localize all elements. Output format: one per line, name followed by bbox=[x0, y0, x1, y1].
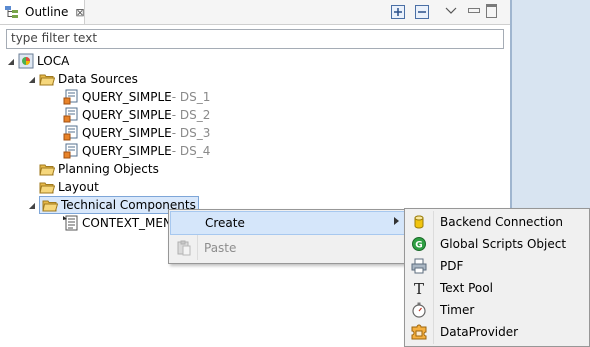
datasource-alias: - DS_2 bbox=[171, 108, 211, 122]
datasource-alias: - DS_1 bbox=[171, 90, 211, 104]
submenu-arrow-icon bbox=[394, 217, 399, 225]
datasource-name: QUERY_SIMPLE bbox=[82, 108, 172, 122]
datasource-name: QUERY_SIMPLE bbox=[82, 126, 172, 140]
printer-icon bbox=[411, 258, 427, 274]
root-label: LOCA bbox=[37, 54, 70, 68]
outline-view-icon bbox=[4, 4, 20, 20]
submenu-item-timer[interactable]: Timer bbox=[406, 299, 588, 321]
tree-node-datasource[interactable]: QUERY_SIMPLE - DS_4 bbox=[63, 142, 210, 160]
datasource-icon bbox=[63, 89, 79, 105]
datasource-name: QUERY_SIMPLE bbox=[82, 90, 172, 104]
collapse-arrow-icon[interactable]: ◢ bbox=[6, 52, 16, 70]
global-scripts-icon: G bbox=[411, 236, 427, 252]
data-sources-label: Data Sources bbox=[58, 72, 138, 86]
paste-icon bbox=[176, 240, 192, 259]
folder-icon bbox=[39, 179, 56, 195]
minimize-icon[interactable] bbox=[468, 8, 480, 13]
filter-box bbox=[6, 29, 504, 49]
planning-objects-label: Planning Objects bbox=[58, 162, 159, 176]
view-tab-bar: Outline ⊠ bbox=[0, 0, 510, 25]
collapse-arrow-icon[interactable]: ◢ bbox=[27, 70, 37, 88]
submenu-item-backend-connection[interactable]: Backend Connection bbox=[406, 211, 588, 233]
datasource-icon bbox=[63, 125, 79, 141]
tree-node-data-sources[interactable]: ◢ Data Sources bbox=[27, 70, 138, 88]
menu-item-paste[interactable]: Paste bbox=[170, 237, 406, 259]
menu-item-label: DataProvider bbox=[440, 325, 519, 339]
menu-item-label: Text Pool bbox=[440, 281, 493, 295]
collapse-all-icon[interactable] bbox=[415, 5, 429, 19]
dataprovider-puzzle-icon bbox=[411, 324, 427, 340]
context-menu: Create Paste bbox=[168, 209, 408, 264]
text-t-icon: T bbox=[411, 280, 427, 298]
application-icon bbox=[18, 53, 34, 69]
datasource-icon bbox=[63, 107, 79, 123]
menu-item-label: Global Scripts Object bbox=[440, 237, 567, 251]
submenu-item-text-pool[interactable]: T Text Pool bbox=[406, 277, 588, 299]
menu-item-label: PDF bbox=[440, 259, 464, 273]
context-menu-component-label: CONTEXT_MEN bbox=[82, 216, 172, 230]
tree-node-layout[interactable]: Layout bbox=[39, 178, 99, 196]
folder-icon bbox=[39, 161, 56, 177]
view-menu-icon[interactable] bbox=[445, 5, 457, 15]
close-tab-icon[interactable]: ⊠ bbox=[75, 6, 84, 19]
submenu-item-pdf[interactable]: PDF bbox=[406, 255, 588, 277]
open-folder-icon bbox=[39, 71, 56, 87]
menu-item-label: Backend Connection bbox=[440, 215, 564, 229]
menu-item-label: Timer bbox=[440, 303, 475, 317]
tree-node-root[interactable]: ◢ LOCA bbox=[6, 52, 69, 70]
expand-all-icon[interactable] bbox=[391, 5, 405, 19]
maximize-icon[interactable] bbox=[486, 4, 497, 18]
stopwatch-icon bbox=[411, 302, 427, 318]
datasource-alias: - DS_4 bbox=[171, 144, 211, 158]
tree-node-datasource[interactable]: QUERY_SIMPLE - DS_1 bbox=[63, 88, 210, 106]
database-cylinder-icon bbox=[411, 214, 427, 230]
filter-input[interactable] bbox=[7, 30, 491, 46]
collapse-arrow-icon[interactable]: ◢ bbox=[27, 196, 37, 214]
outline-tab[interactable]: Outline ⊠ bbox=[0, 0, 85, 24]
context-menu-component-icon bbox=[63, 215, 79, 231]
menu-item-label: Paste bbox=[204, 241, 237, 255]
tree-node-context-menu-component[interactable]: CONTEXT_MEN bbox=[63, 214, 172, 232]
tree-node-datasource[interactable]: QUERY_SIMPLE - DS_2 bbox=[63, 106, 210, 124]
datasource-alias: - DS_3 bbox=[171, 126, 211, 140]
menu-item-create[interactable]: Create bbox=[170, 211, 406, 235]
submenu-item-dataprovider[interactable]: DataProvider bbox=[406, 321, 588, 343]
submenu-item-global-scripts-object[interactable]: G Global Scripts Object bbox=[406, 233, 588, 255]
datasource-icon bbox=[63, 143, 79, 159]
layout-label: Layout bbox=[58, 180, 99, 194]
open-folder-icon bbox=[42, 197, 59, 213]
menu-item-label: Create bbox=[205, 216, 245, 230]
svg-text:G: G bbox=[415, 241, 422, 251]
create-submenu: Backend Connection G Global Scripts Obje… bbox=[404, 208, 590, 347]
tree-node-datasource[interactable]: QUERY_SIMPLE - DS_3 bbox=[63, 124, 210, 142]
datasource-name: QUERY_SIMPLE bbox=[82, 144, 172, 158]
svg-text:T: T bbox=[414, 280, 424, 296]
outline-tab-label: Outline bbox=[25, 5, 69, 19]
tree-node-planning-objects[interactable]: Planning Objects bbox=[39, 160, 159, 178]
